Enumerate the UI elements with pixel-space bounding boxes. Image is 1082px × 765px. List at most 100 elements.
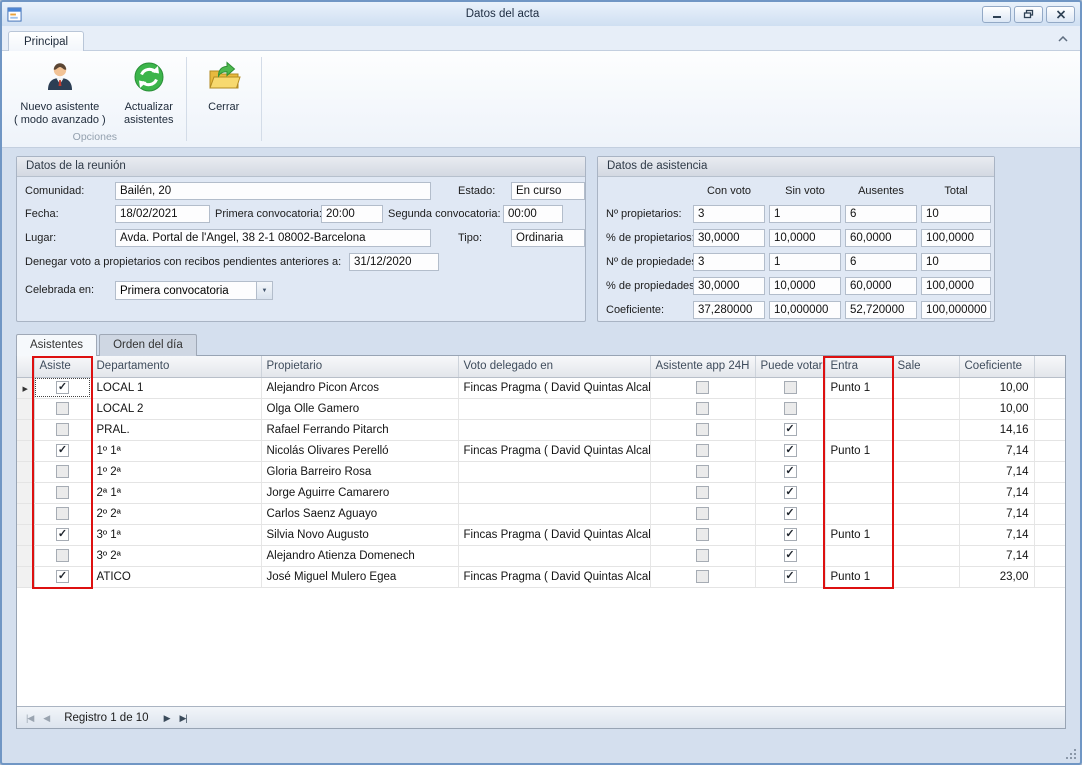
cell-asiste[interactable] — [34, 503, 91, 524]
cell-propietario[interactable]: Alejandro Atienza Domenech — [261, 545, 458, 566]
tab-asistentes[interactable]: Asistentes — [16, 334, 97, 356]
cell-entra[interactable]: Punto 1 — [825, 440, 892, 461]
cell-propietario[interactable]: Silvia Novo Augusto — [261, 524, 458, 545]
app24h-checkbox[interactable] — [696, 528, 709, 541]
tipo-field[interactable]: Ordinaria — [511, 229, 585, 247]
row-indicator[interactable] — [17, 503, 34, 524]
cell-voto-delegado[interactable]: Fincas Pragma ( David Quintas Alcal... — [458, 440, 650, 461]
cell-propietario[interactable]: Gloria Barreiro Rosa — [261, 461, 458, 482]
table-row[interactable]: LOCAL 2Olga Olle Gamero10,00 — [17, 398, 1065, 419]
cell-asiste[interactable] — [34, 398, 91, 419]
puede-votar-checkbox[interactable] — [784, 402, 797, 415]
cell-propietario[interactable]: Jorge Aguirre Camarero — [261, 482, 458, 503]
cell-coeficiente[interactable]: 23,00 — [959, 566, 1034, 587]
table-row[interactable]: 2º 2ªCarlos Saenz Aguayo7,14 — [17, 503, 1065, 524]
n-propietarios-total[interactable]: 10 — [921, 205, 991, 223]
puede-votar-checkbox[interactable] — [784, 507, 797, 520]
cell-coeficiente[interactable]: 7,14 — [959, 524, 1034, 545]
cell-asiste[interactable] — [34, 545, 91, 566]
row-indicator[interactable] — [17, 524, 34, 545]
cell-voto-delegado[interactable] — [458, 545, 650, 566]
cell-propietario[interactable]: Alejandro Picon Arcos — [261, 377, 458, 398]
cell-puede-votar[interactable] — [755, 419, 825, 440]
puede-votar-checkbox[interactable] — [784, 444, 797, 457]
app24h-checkbox[interactable] — [696, 402, 709, 415]
cell-entra[interactable] — [825, 398, 892, 419]
cell-app24h[interactable] — [650, 524, 755, 545]
cell-departamento[interactable]: LOCAL 1 — [91, 377, 261, 398]
cell-sale[interactable] — [892, 566, 959, 587]
cell-departamento[interactable]: 2ª 1ª — [91, 482, 261, 503]
cell-coeficiente[interactable]: 10,00 — [959, 377, 1034, 398]
actualizar-asistentes-button[interactable]: Actualizarasistentes — [114, 56, 184, 129]
cell-app24h[interactable] — [650, 545, 755, 566]
n-propietarios-con-voto[interactable]: 3 — [693, 205, 765, 223]
app24h-checkbox[interactable] — [696, 444, 709, 457]
table-row[interactable]: 2ª 1ªJorge Aguirre Camarero7,14 — [17, 482, 1065, 503]
column-header-asiste[interactable]: Asiste — [34, 356, 91, 377]
table-row[interactable]: ATICOJosé Miguel Mulero EgeaFincas Pragm… — [17, 566, 1065, 587]
cell-coeficiente[interactable]: 10,00 — [959, 398, 1034, 419]
cell-departamento[interactable]: 2º 2ª — [91, 503, 261, 524]
puede-votar-checkbox[interactable] — [784, 549, 797, 562]
cell-asiste[interactable] — [34, 377, 91, 398]
cell-asiste[interactable] — [34, 419, 91, 440]
n-propiedades-sin-voto[interactable]: 1 — [769, 253, 841, 271]
n-propietarios-sin-voto[interactable]: 1 — [769, 205, 841, 223]
cell-sale[interactable] — [892, 440, 959, 461]
app24h-checkbox[interactable] — [696, 570, 709, 583]
cell-app24h[interactable] — [650, 377, 755, 398]
cell-puede-votar[interactable] — [755, 440, 825, 461]
cell-puede-votar[interactable] — [755, 545, 825, 566]
cell-voto-delegado[interactable] — [458, 461, 650, 482]
cell-coeficiente[interactable]: 14,16 — [959, 419, 1034, 440]
pct-propietarios-ausentes[interactable]: 60,0000 — [845, 229, 917, 247]
cell-departamento[interactable]: PRAL. — [91, 419, 261, 440]
asiste-checkbox[interactable] — [56, 528, 69, 541]
row-indicator[interactable] — [17, 545, 34, 566]
celebrada-en-dropdown[interactable]: Primera convocatoria ▼ — [115, 281, 273, 300]
cell-voto-delegado[interactable] — [458, 482, 650, 503]
coeficiente-con-voto[interactable]: 37,280000 — [693, 301, 765, 319]
table-row[interactable]: 1º 2ªGloria Barreiro Rosa7,14 — [17, 461, 1065, 482]
app24h-checkbox[interactable] — [696, 549, 709, 562]
first-record-button[interactable]: |◀ — [23, 710, 36, 726]
cell-coeficiente[interactable]: 7,14 — [959, 440, 1034, 461]
cell-app24h[interactable] — [650, 482, 755, 503]
cell-app24h[interactable] — [650, 398, 755, 419]
cell-departamento[interactable]: LOCAL 2 — [91, 398, 261, 419]
asiste-checkbox[interactable] — [56, 570, 69, 583]
last-record-button[interactable]: ▶| — [177, 710, 190, 726]
lugar-field[interactable]: Avda. Portal de l'Angel, 38 2-1 08002-Ba… — [115, 229, 431, 247]
cell-propietario[interactable]: José Miguel Mulero Egea — [261, 566, 458, 587]
cell-coeficiente[interactable]: 7,14 — [959, 503, 1034, 524]
row-indicator[interactable] — [17, 440, 34, 461]
cell-voto-delegado[interactable]: Fincas Pragma ( David Quintas Alcal... — [458, 377, 650, 398]
cell-coeficiente[interactable]: 7,14 — [959, 545, 1034, 566]
coeficiente-sin-voto[interactable]: 10,000000 — [769, 301, 841, 319]
row-indicator[interactable] — [17, 461, 34, 482]
denegar-voto-field[interactable]: 31/12/2020 — [349, 253, 439, 271]
n-propiedades-con-voto[interactable]: 3 — [693, 253, 765, 271]
cell-asiste[interactable] — [34, 482, 91, 503]
cell-entra[interactable] — [825, 482, 892, 503]
resize-grip[interactable] — [1064, 747, 1076, 759]
cell-asiste[interactable] — [34, 566, 91, 587]
prev-record-button[interactable]: ◀ — [40, 710, 52, 726]
app24h-checkbox[interactable] — [696, 381, 709, 394]
row-indicator[interactable] — [17, 566, 34, 587]
cell-entra[interactable] — [825, 503, 892, 524]
cell-asiste[interactable] — [34, 524, 91, 545]
cell-puede-votar[interactable] — [755, 461, 825, 482]
cell-entra[interactable] — [825, 419, 892, 440]
asiste-checkbox[interactable] — [56, 444, 69, 457]
cell-puede-votar[interactable] — [755, 566, 825, 587]
cell-departamento[interactable]: 1º 1ª — [91, 440, 261, 461]
cell-app24h[interactable] — [650, 440, 755, 461]
pct-propietarios-total[interactable]: 100,0000 — [921, 229, 991, 247]
cell-entra[interactable]: Punto 1 — [825, 566, 892, 587]
cell-asiste[interactable] — [34, 461, 91, 482]
cell-puede-votar[interactable] — [755, 524, 825, 545]
cell-entra[interactable] — [825, 461, 892, 482]
cell-voto-delegado[interactable] — [458, 503, 650, 524]
